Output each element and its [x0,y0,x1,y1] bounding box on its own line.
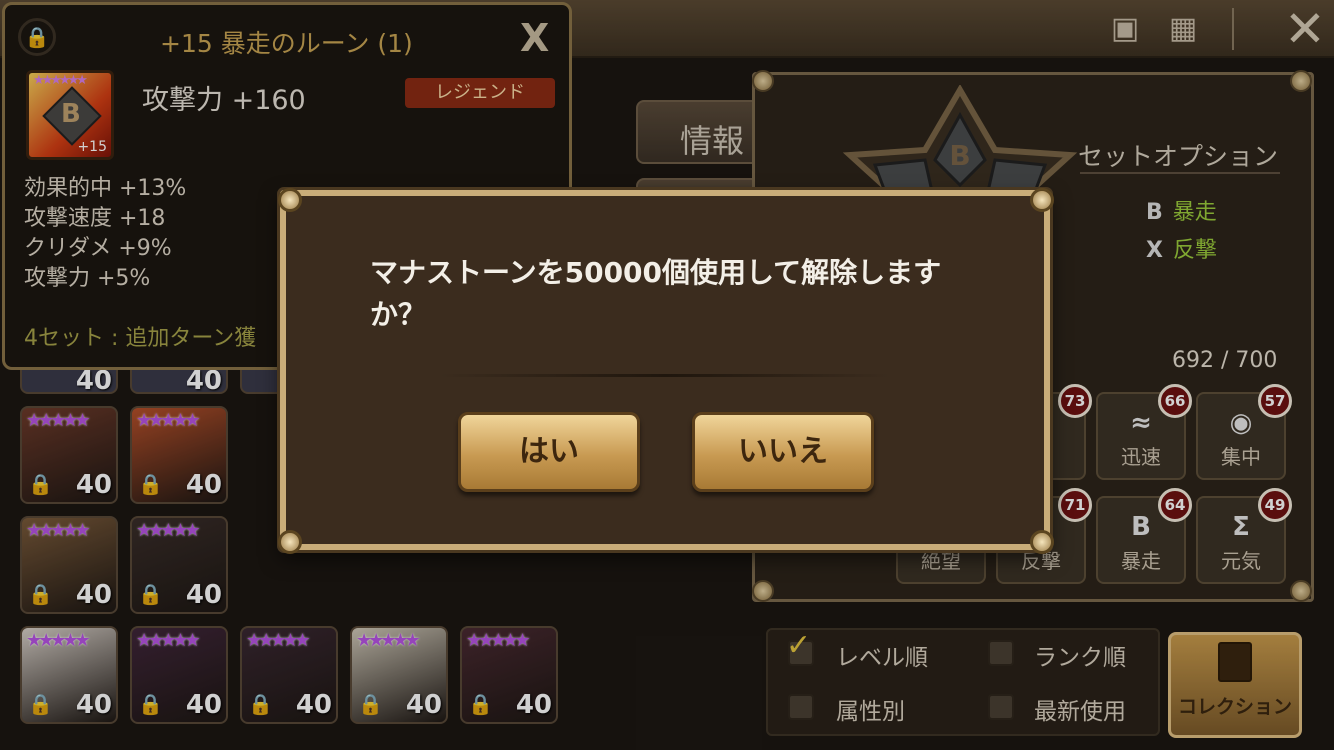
confirm-dialog [280,190,1050,550]
divider [440,374,890,377]
corner-pin [1030,530,1054,554]
corner-pin [278,188,302,212]
dialog-message: マナストーンを50000個使用して解除しますか？ [370,256,942,331]
corner-pin [1030,188,1054,212]
no-button[interactable]: いいえ [692,412,874,492]
corner-pin [278,530,302,554]
yes-button[interactable]: はい [458,412,640,492]
